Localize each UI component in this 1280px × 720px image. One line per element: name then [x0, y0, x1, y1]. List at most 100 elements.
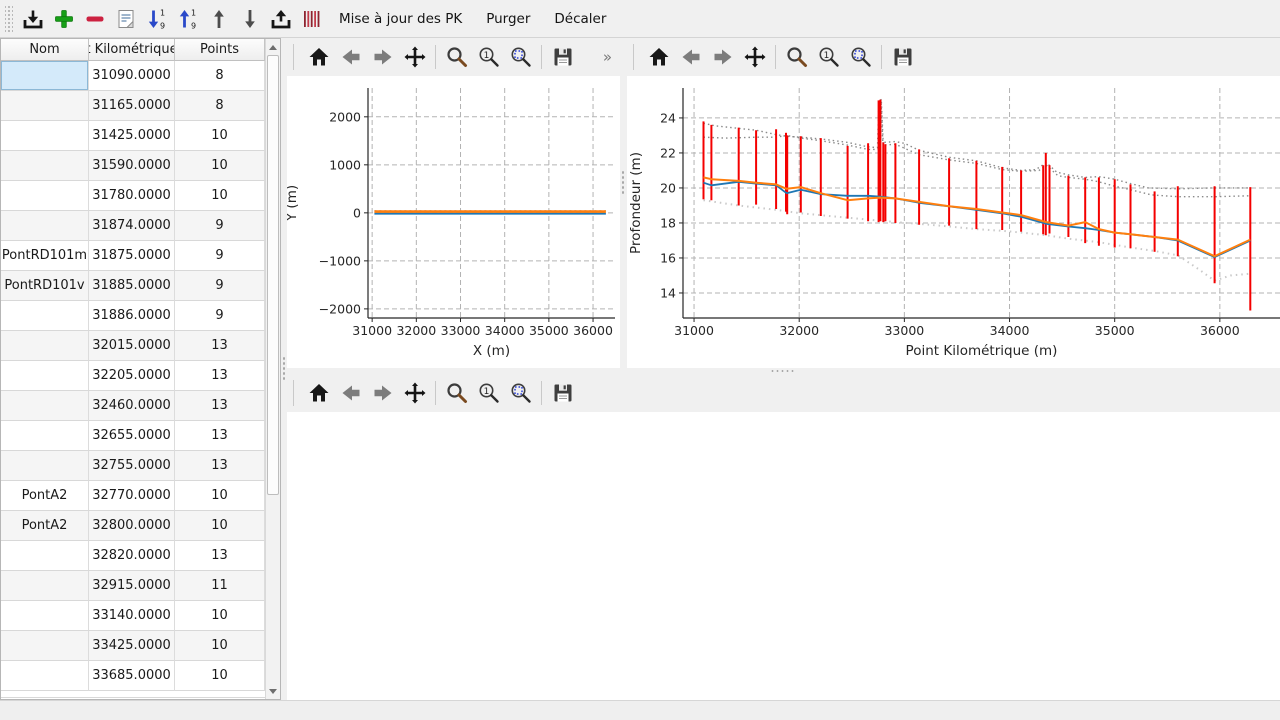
sort-descending-button[interactable]: 19 [173, 4, 202, 34]
zoom-fit-button[interactable] [506, 378, 535, 408]
forward-button[interactable] [368, 42, 397, 72]
cell-points[interactable]: 13 [175, 361, 265, 391]
maj-pk-button[interactable]: Mise à jour des PK [328, 4, 473, 34]
cell-points[interactable]: 8 [175, 61, 265, 91]
cell-nom[interactable] [1, 541, 89, 571]
cell-points[interactable]: 13 [175, 421, 265, 451]
cell-pk[interactable]: 31425.0000 [89, 121, 175, 151]
add-row-button[interactable] [49, 4, 78, 34]
remove-row-button[interactable] [80, 4, 109, 34]
cell-pk[interactable]: 33425.0000 [89, 631, 175, 661]
decaler-button[interactable]: Décaler [543, 4, 617, 34]
zoom-fit-button[interactable] [846, 42, 875, 72]
scroll-up-button[interactable] [266, 40, 280, 54]
zoom-one-button[interactable]: 1 [474, 42, 503, 72]
back-button[interactable] [676, 42, 705, 72]
sections-button[interactable] [297, 4, 326, 34]
cell-pk[interactable]: 32015.0000 [89, 331, 175, 361]
cell-pk[interactable]: 31780.0000 [89, 181, 175, 211]
cell-points[interactable]: 10 [175, 481, 265, 511]
cell-nom[interactable] [1, 91, 89, 121]
cell-pk[interactable]: 31090.0000 [89, 61, 175, 91]
pan-button[interactable] [400, 42, 429, 72]
pan-button[interactable] [400, 378, 429, 408]
cell-points[interactable]: 10 [175, 151, 265, 181]
cell-points[interactable]: 13 [175, 391, 265, 421]
cell-nom[interactable] [1, 571, 89, 601]
save-button[interactable] [548, 378, 577, 408]
section-plot-canvas[interactable] [287, 412, 1280, 700]
cell-nom[interactable] [1, 301, 89, 331]
cell-points[interactable]: 10 [175, 661, 265, 691]
cell-nom[interactable] [1, 121, 89, 151]
cell-points[interactable]: 10 [175, 601, 265, 631]
cell-nom[interactable] [1, 61, 89, 91]
save-button[interactable] [548, 42, 577, 72]
zoom-one-button[interactable]: 1 [814, 42, 843, 72]
cell-points[interactable]: 9 [175, 301, 265, 331]
import-button[interactable] [18, 4, 47, 34]
zoom-button[interactable] [442, 42, 471, 72]
column-header-pk[interactable]: t Kilométrique [89, 39, 175, 61]
cell-pk[interactable]: 31165.0000 [89, 91, 175, 121]
forward-button[interactable] [368, 378, 397, 408]
home-button[interactable] [644, 42, 673, 72]
cell-nom[interactable] [1, 331, 89, 361]
cell-points[interactable]: 11 [175, 571, 265, 601]
move-down-button[interactable] [235, 4, 264, 34]
export-button[interactable] [266, 4, 295, 34]
cell-nom[interactable] [1, 181, 89, 211]
cell-nom[interactable]: PontA2 [1, 511, 89, 541]
xy-plot-canvas[interactable]: 310003200033000340003500036000−2000−1000… [287, 76, 620, 368]
home-button[interactable] [304, 42, 333, 72]
cell-nom[interactable] [1, 601, 89, 631]
profile-plot-canvas[interactable]: 3100032000330003400035000360001416182022… [627, 76, 1280, 368]
toolbar-handle[interactable] [5, 6, 13, 32]
zoom-button[interactable] [442, 378, 471, 408]
column-header-points[interactable]: Points [175, 39, 265, 61]
cell-pk[interactable]: 32460.0000 [89, 391, 175, 421]
cell-points[interactable]: 9 [175, 211, 265, 241]
scroll-down-button[interactable] [266, 684, 280, 698]
cell-nom[interactable] [1, 631, 89, 661]
cell-nom[interactable]: PontRD101v [1, 271, 89, 301]
cell-pk[interactable]: 32770.0000 [89, 481, 175, 511]
cell-nom[interactable]: PontA2 [1, 481, 89, 511]
zoom-one-button[interactable]: 1 [474, 378, 503, 408]
cell-points[interactable]: 9 [175, 241, 265, 271]
cell-pk[interactable]: 32820.0000 [89, 541, 175, 571]
pan-button[interactable] [740, 42, 769, 72]
cell-points[interactable]: 10 [175, 181, 265, 211]
cell-points[interactable]: 8 [175, 91, 265, 121]
cell-nom[interactable] [1, 361, 89, 391]
cell-pk[interactable]: 32205.0000 [89, 361, 175, 391]
home-button[interactable] [304, 378, 333, 408]
cell-nom[interactable]: PontRD101m [1, 241, 89, 271]
paste-button[interactable] [111, 4, 140, 34]
cell-points[interactable]: 13 [175, 331, 265, 361]
table-scrollbar[interactable] [265, 39, 280, 699]
cell-points[interactable]: 10 [175, 121, 265, 151]
cell-points[interactable]: 9 [175, 271, 265, 301]
cell-pk[interactable]: 32755.0000 [89, 451, 175, 481]
cell-pk[interactable]: 33140.0000 [89, 601, 175, 631]
cell-points[interactable]: 13 [175, 451, 265, 481]
cell-nom[interactable] [1, 151, 89, 181]
cell-pk[interactable]: 33685.0000 [89, 661, 175, 691]
cell-pk[interactable]: 31885.0000 [89, 271, 175, 301]
cell-points[interactable]: 10 [175, 511, 265, 541]
column-header-nom[interactable]: Nom [1, 39, 89, 61]
zoom-button[interactable] [782, 42, 811, 72]
move-up-button[interactable] [204, 4, 233, 34]
cell-nom[interactable] [1, 451, 89, 481]
zoom-fit-button[interactable] [506, 42, 535, 72]
cell-nom[interactable] [1, 421, 89, 451]
plots-splitter[interactable] [620, 38, 627, 368]
cell-pk[interactable]: 31875.0000 [89, 241, 175, 271]
back-button[interactable] [336, 378, 365, 408]
cell-pk[interactable]: 32655.0000 [89, 421, 175, 451]
forward-button[interactable] [708, 42, 737, 72]
cell-nom[interactable] [1, 661, 89, 691]
cell-points[interactable]: 10 [175, 631, 265, 661]
scrollbar-thumb[interactable] [267, 55, 279, 495]
